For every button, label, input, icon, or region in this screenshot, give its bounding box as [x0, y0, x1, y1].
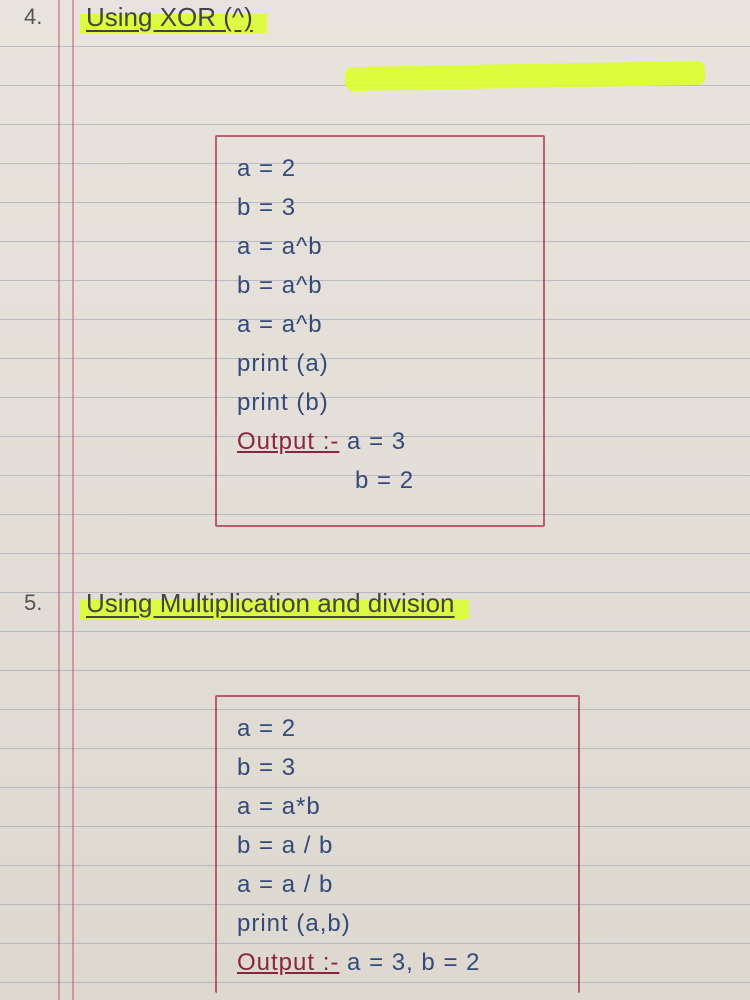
output-label: Output :- [237, 949, 339, 976]
code-line: print (b) [237, 383, 523, 422]
code-line: a = a^b [237, 227, 523, 266]
code-line: b = a / b [237, 826, 558, 865]
code-line: a = a / b [237, 865, 558, 904]
question-number-5: 5. [24, 590, 42, 616]
heading-xor: Using XOR (^) [80, 0, 267, 35]
question-number-4: 4. [24, 4, 42, 30]
highlighter-mark [345, 61, 705, 91]
code-line: print (a,b) [237, 904, 558, 943]
code-line: a = 2 [237, 149, 523, 188]
code-line: a = a^b [237, 305, 523, 344]
heading-multdiv: Using Multiplication and division [80, 586, 469, 621]
output-value: a = 3, b = 2 [347, 949, 480, 976]
output-label: Output :- [237, 428, 339, 455]
margin-line-right [72, 0, 74, 1000]
code-box-xor: a = 2 b = 3 a = a^b b = a^b a = a^b prin… [215, 135, 545, 527]
notebook-paper: 4. Using XOR (^) a = 2 b = 3 a = a^b b =… [0, 0, 750, 1000]
code-line: b = a^b [237, 266, 523, 305]
output-line: Output :- a = 3, b = 2 [237, 943, 558, 982]
output-value: b = 2 [355, 461, 523, 500]
margin-line-left [58, 0, 60, 1000]
code-line: b = 3 [237, 748, 558, 787]
code-line: print (a) [237, 344, 523, 383]
code-box-multdiv: a = 2 b = 3 a = a*b b = a / b a = a / b … [215, 695, 580, 993]
output-value: a = 3 [347, 428, 406, 455]
code-line: a = 2 [237, 709, 558, 748]
output-line: Output :- a = 3 [237, 422, 523, 461]
code-line: b = 3 [237, 188, 523, 227]
code-line: a = a*b [237, 787, 558, 826]
